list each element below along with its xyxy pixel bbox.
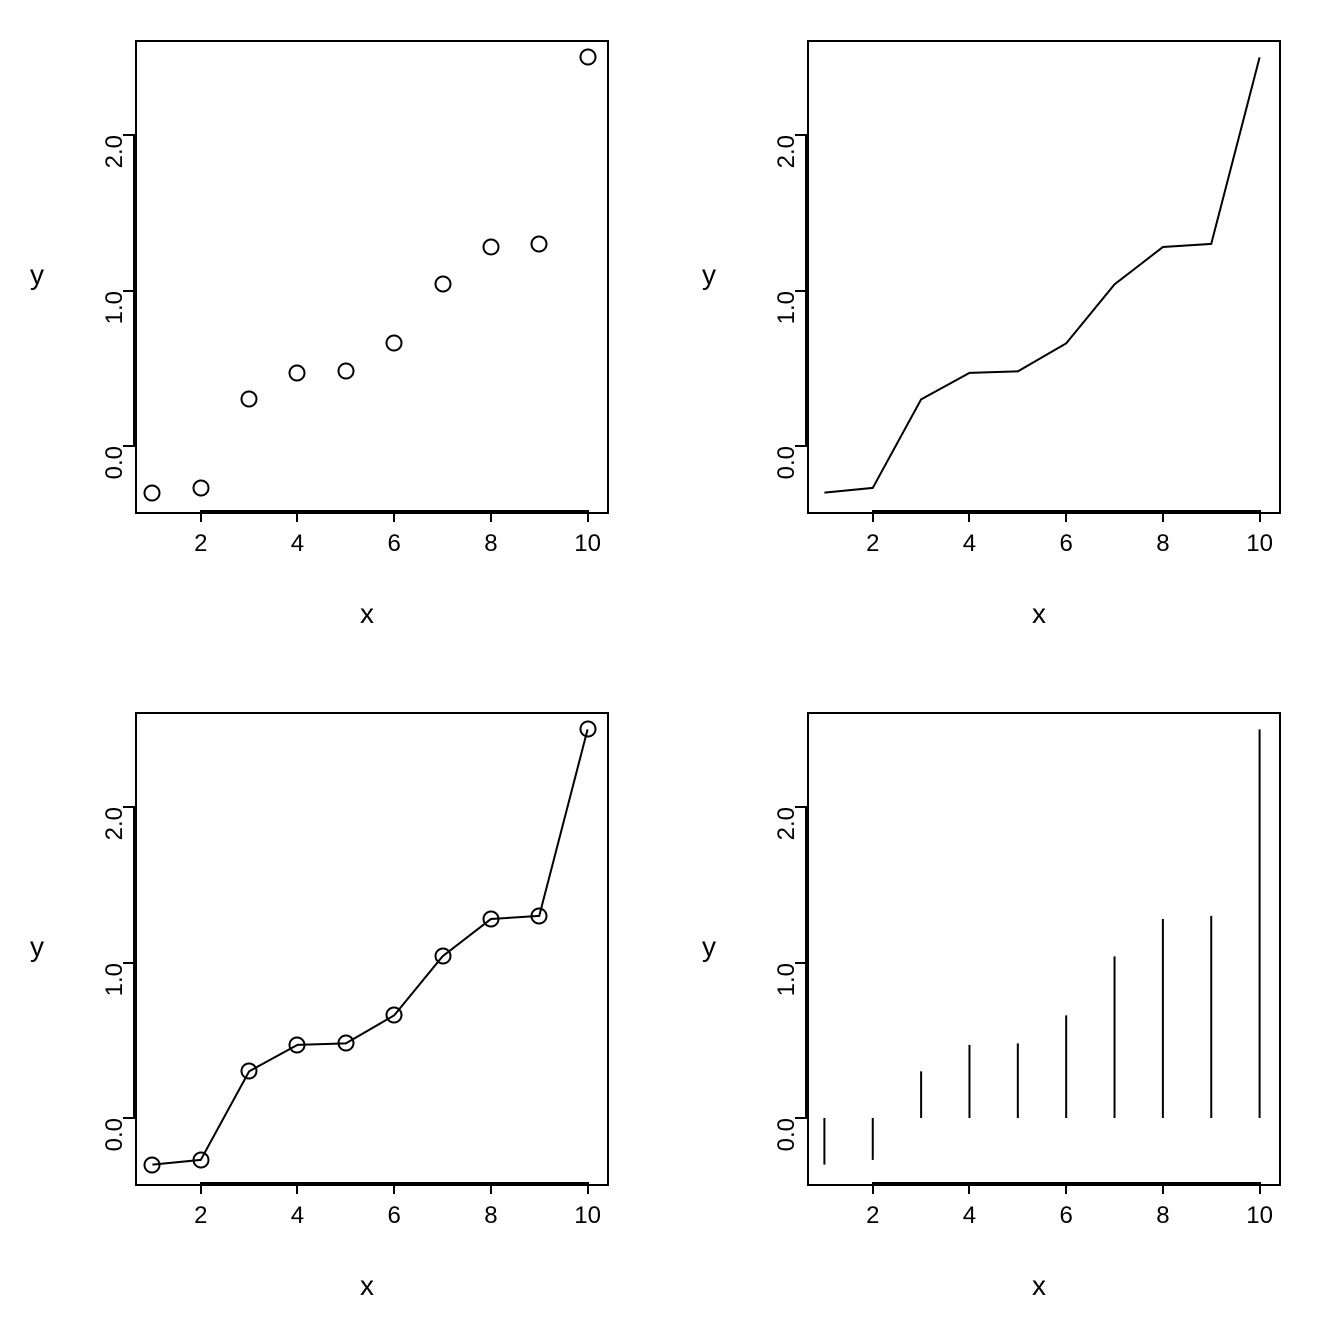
y-axis-label: y bbox=[702, 259, 716, 291]
y-tick-label: 2.0 bbox=[101, 807, 129, 867]
x-axis-tick bbox=[1065, 1182, 1067, 1194]
x-tick-label: 6 bbox=[387, 530, 400, 558]
data-point bbox=[289, 364, 306, 381]
data-point bbox=[579, 49, 596, 66]
x-axis-label: x bbox=[360, 598, 374, 630]
data-point bbox=[241, 1063, 258, 1080]
x-axis-tick bbox=[1259, 1182, 1261, 1194]
x-tick-label: 10 bbox=[574, 530, 601, 558]
data-point bbox=[289, 1036, 306, 1053]
plot-cell-4: 2 4 6 8 10 0.0 1.0 2.0 x y bbox=[672, 672, 1344, 1344]
data-point bbox=[241, 391, 258, 408]
y-tick-label: 1.0 bbox=[101, 963, 129, 1023]
plot-cell-3: 2 4 6 8 10 0.0 1.0 2.0 x y bbox=[0, 672, 672, 1344]
plot-cell-1: 2 4 6 8 10 0.0 1.0 2.0 x y bbox=[0, 0, 672, 672]
x-axis-tick bbox=[587, 1182, 589, 1194]
data-point bbox=[386, 335, 403, 352]
x-axis-label: x bbox=[1032, 1270, 1046, 1302]
data-point bbox=[386, 1007, 403, 1024]
x-tick-label: 2 bbox=[866, 1202, 879, 1230]
y-tick-label: 1.0 bbox=[101, 291, 129, 351]
x-axis-tick bbox=[1259, 510, 1261, 522]
y-tick-label: 1.0 bbox=[773, 291, 801, 351]
y-tick-label: 1.0 bbox=[773, 963, 801, 1023]
x-tick-label: 6 bbox=[1059, 530, 1072, 558]
x-axis-tick bbox=[968, 1182, 970, 1194]
x-tick-label: 6 bbox=[1059, 1202, 1072, 1230]
x-axis-tick bbox=[968, 510, 970, 522]
data-point bbox=[337, 1035, 354, 1052]
x-axis-tick bbox=[872, 1182, 874, 1194]
plot-area bbox=[135, 40, 609, 514]
data-point bbox=[337, 363, 354, 380]
x-tick-label: 8 bbox=[1156, 530, 1169, 558]
data-point bbox=[531, 235, 548, 252]
data-point bbox=[192, 1151, 209, 1168]
x-axis-tick bbox=[393, 510, 395, 522]
data-point bbox=[434, 276, 451, 293]
y-tick-label: 0.0 bbox=[101, 1118, 129, 1178]
x-axis-tick bbox=[200, 1182, 202, 1194]
y-tick-label: 0.0 bbox=[101, 446, 129, 506]
data-point bbox=[482, 911, 499, 928]
plot-area bbox=[135, 712, 609, 1186]
plot-area bbox=[807, 712, 1281, 1186]
x-tick-label: 2 bbox=[194, 1202, 207, 1230]
plot-grid: 2 4 6 8 10 0.0 1.0 2.0 x y 2 4 6 8 10 0.0 1.0 2.0 x y 2 4 6 8… bbox=[0, 0, 1344, 1344]
x-axis-tick bbox=[393, 1182, 395, 1194]
x-axis-tick bbox=[1162, 510, 1164, 522]
y-tick-label: 0.0 bbox=[773, 446, 801, 506]
x-axis-tick bbox=[587, 510, 589, 522]
data-point bbox=[144, 484, 161, 501]
data-point bbox=[434, 948, 451, 965]
plot-area bbox=[807, 40, 1281, 514]
x-tick-label: 4 bbox=[291, 530, 304, 558]
y-tick-label: 2.0 bbox=[773, 807, 801, 867]
x-tick-label: 8 bbox=[484, 530, 497, 558]
y-tick-label: 0.0 bbox=[773, 1118, 801, 1178]
x-axis-tick bbox=[490, 510, 492, 522]
x-axis-tick bbox=[490, 1182, 492, 1194]
x-axis-tick bbox=[872, 510, 874, 522]
data-point bbox=[144, 1156, 161, 1173]
x-axis-label: x bbox=[360, 1270, 374, 1302]
y-tick-label: 2.0 bbox=[773, 135, 801, 195]
x-tick-label: 10 bbox=[1246, 530, 1273, 558]
x-axis-tick bbox=[296, 510, 298, 522]
x-tick-label: 10 bbox=[1246, 1202, 1273, 1230]
y-axis-label: y bbox=[702, 931, 716, 963]
x-tick-label: 8 bbox=[484, 1202, 497, 1230]
data-point bbox=[482, 239, 499, 256]
x-axis-tick bbox=[1162, 1182, 1164, 1194]
data-point bbox=[531, 907, 548, 924]
y-tick-label: 2.0 bbox=[101, 135, 129, 195]
y-axis-label: y bbox=[30, 259, 44, 291]
data-point bbox=[192, 479, 209, 496]
x-tick-label: 2 bbox=[194, 530, 207, 558]
x-tick-label: 8 bbox=[1156, 1202, 1169, 1230]
x-axis-label: x bbox=[1032, 598, 1046, 630]
x-tick-label: 10 bbox=[574, 1202, 601, 1230]
x-tick-label: 2 bbox=[866, 530, 879, 558]
x-axis-tick bbox=[1065, 510, 1067, 522]
x-tick-label: 6 bbox=[387, 1202, 400, 1230]
x-axis-tick bbox=[200, 510, 202, 522]
x-tick-label: 4 bbox=[963, 530, 976, 558]
x-tick-label: 4 bbox=[291, 1202, 304, 1230]
x-tick-label: 4 bbox=[963, 1202, 976, 1230]
x-axis-tick bbox=[296, 1182, 298, 1194]
plot-cell-2: 2 4 6 8 10 0.0 1.0 2.0 x y bbox=[672, 0, 1344, 672]
data-point bbox=[579, 721, 596, 738]
y-axis-label: y bbox=[30, 931, 44, 963]
